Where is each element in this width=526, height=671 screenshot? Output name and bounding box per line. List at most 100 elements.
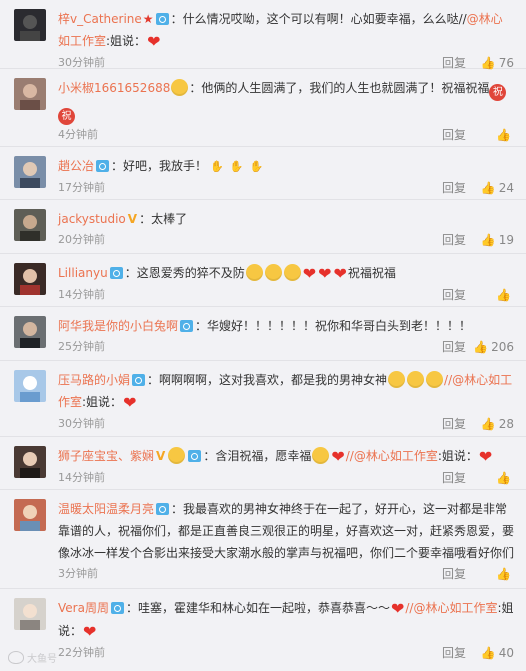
like-count: 206 xyxy=(491,340,514,354)
heart-icon: ❤ xyxy=(147,32,161,51)
heart-icon: ❤ xyxy=(390,599,405,618)
avatar[interactable] xyxy=(14,499,46,531)
like-count: 19 xyxy=(498,233,514,247)
comment-text: ：含泪祝福，愿幸福 xyxy=(203,449,312,463)
comment-list: 梓v_Catherine★ ：什么情况哎呦，这个可以有啊！心如要幸福，么么哒//@… xyxy=(0,0,526,661)
crying-emoji-icon xyxy=(388,371,406,388)
camera-badge-icon xyxy=(156,503,170,515)
heart-icon: ❤ xyxy=(83,622,97,641)
thumbs-up-icon: 👍 xyxy=(473,340,489,354)
thumbs-up-icon: 👍 xyxy=(480,646,496,660)
comment-item: 狮子座宝宝、紫娴 V ：含泪祝福，愿幸福 ❤//@林心如工作室:姐说：❤ 14分钟前 … xyxy=(0,437,526,490)
like-count: 40 xyxy=(498,646,514,660)
verified-v-icon: V xyxy=(127,212,138,226)
avatar[interactable] xyxy=(14,209,46,241)
timestamp: 22分钟前 xyxy=(58,646,105,659)
thumbs-up-icon: 👍 xyxy=(480,233,496,247)
comment-tail: :姐说： xyxy=(82,395,123,409)
avatar[interactable] xyxy=(14,263,46,295)
comment-item: Vera周周 ：哇塞，霍建华和林心如在一起啦，恭喜恭喜～～❤//@林心如工作室:姐… xyxy=(0,589,526,661)
username-link[interactable]: jackystudio xyxy=(58,212,126,226)
heart-icon: ❤ xyxy=(478,447,493,466)
like-button[interactable]: 👍 xyxy=(496,564,514,584)
thumbs-up-icon: 👍 xyxy=(480,417,496,431)
comment-tail: :姐说： xyxy=(437,449,478,463)
username-link[interactable]: 阿华我是你的小白兔啊 xyxy=(58,319,178,333)
zhu-emoji-icon: 祝 xyxy=(58,108,75,125)
reply-button[interactable]: 回复 xyxy=(442,125,466,145)
comment-text: ：哇塞，霍建华和林心如在一起啦，恭喜恭喜～～ xyxy=(125,601,390,615)
like-button[interactable]: 👍 24 xyxy=(481,178,514,198)
laughing-emoji-icon xyxy=(283,264,301,281)
reply-button[interactable]: 回复 xyxy=(442,337,466,357)
laughing-emoji-icon xyxy=(245,264,263,281)
reply-button[interactable]: 回复 xyxy=(442,564,466,584)
camera-badge-icon xyxy=(109,267,123,279)
zhu-emoji-icon: 祝 xyxy=(489,84,507,101)
shy-emoji-icon xyxy=(426,371,444,388)
comment-text: ：华嫂好！！！！！！祝你和华哥白头到老！！！！ xyxy=(195,319,472,333)
like-button[interactable]: 👍 19 xyxy=(481,230,514,250)
watermark-text: 大鱼号 xyxy=(27,654,57,665)
thumbs-up-icon: 👍 xyxy=(496,567,511,581)
thumbs-up-icon: 👍 xyxy=(480,181,496,195)
avatar[interactable] xyxy=(14,9,46,41)
mention-link[interactable]: //@林心如工作室 xyxy=(405,601,497,615)
like-count: 76 xyxy=(498,56,514,70)
username-link[interactable]: 温暖太阳温柔月亮 xyxy=(58,502,154,516)
mention-link[interactable]: //@林心如工作室 xyxy=(346,449,438,463)
username-link[interactable]: 趙公冶 xyxy=(58,159,94,173)
avatar[interactable] xyxy=(14,598,46,630)
reply-button[interactable]: 回复 xyxy=(442,468,466,488)
comment-item: 阿华我是你的小白兔啊 ：华嫂好！！！！！！祝你和华哥白头到老！！！！ 25分钟前 … xyxy=(0,307,526,361)
username-link[interactable]: 压马路的小娟 xyxy=(58,373,130,387)
thumbs-up-icon: 👍 xyxy=(496,288,511,302)
laughing-emoji-icon xyxy=(264,264,282,281)
avatar[interactable] xyxy=(14,446,46,478)
reply-button[interactable]: 回复 xyxy=(442,230,466,250)
avatar[interactable] xyxy=(14,156,46,188)
reply-button[interactable]: 回复 xyxy=(442,643,466,663)
camera-badge-icon xyxy=(180,320,194,332)
heart-icon: ❤ xyxy=(331,447,345,466)
heart-icon: ❤ xyxy=(333,264,347,283)
like-count: 24 xyxy=(498,181,514,195)
avatar[interactable] xyxy=(14,316,46,348)
like-count: 28 xyxy=(498,417,514,431)
username-link[interactable]: Lillianyu xyxy=(58,266,108,280)
username-link[interactable]: 狮子座宝宝、紫娴 xyxy=(58,449,154,463)
comment-text: ：好吧，我放手！ xyxy=(111,159,208,173)
reply-button[interactable]: 回复 xyxy=(442,414,466,434)
comment-item: 压马路的小娟 ：啊啊啊啊，这对我喜欢，都是我的男神女神//@林心如工作室:姐说：❤… xyxy=(0,361,526,437)
thumbs-up-icon: 👍 xyxy=(496,128,511,142)
crying-emoji-icon xyxy=(312,447,330,464)
like-button[interactable]: 👍 206 xyxy=(473,337,514,357)
username-link[interactable]: 小米椒1661652688 xyxy=(58,81,170,95)
comment-item: 小米椒1661652688 ：他俩的人生圆满了，我们的人生也就圆满了！祝福祝福祝祝… xyxy=(0,69,526,147)
avatar[interactable] xyxy=(14,78,46,110)
username-link[interactable]: Vera周周 xyxy=(58,601,109,615)
watermark: 大鱼号 xyxy=(8,650,57,665)
camera-badge-icon xyxy=(110,602,124,614)
like-button[interactable]: 👍 xyxy=(496,285,514,305)
username-link[interactable]: 梓v_Catherine xyxy=(58,12,142,26)
fish-logo-icon xyxy=(8,651,24,664)
timestamp: 20分钟前 xyxy=(58,233,105,246)
camera-badge-icon xyxy=(188,450,202,462)
smiley-emoji-icon xyxy=(168,447,186,464)
like-button[interactable]: 👍 xyxy=(496,468,514,488)
reply-button[interactable]: 回复 xyxy=(442,285,466,305)
reply-button[interactable]: 回复 xyxy=(442,178,466,198)
heart-icon: ❤ xyxy=(302,264,317,283)
camera-badge-icon xyxy=(132,374,146,386)
comment-text: ：太棒了 xyxy=(139,212,188,226)
avatar[interactable] xyxy=(14,370,46,402)
comment-item: 趙公冶 ：好吧，我放手！ ✋ ✋ ✋ 17分钟前 回复 👍 24 xyxy=(0,147,526,200)
like-button[interactable]: 👍 40 xyxy=(481,643,514,663)
comment-item: 梓v_Catherine★ ：什么情况哎呦，这个可以有啊！心如要幸福，么么哒//@… xyxy=(0,0,526,70)
camera-badge-icon xyxy=(155,13,169,25)
like-button[interactable]: 👍 xyxy=(496,125,514,145)
like-button[interactable]: 👍 28 xyxy=(481,414,514,434)
wave-emoji-icon: ✋ xyxy=(249,160,264,173)
comment-text: ：啊啊啊啊，这对我喜欢，都是我的男神女神 xyxy=(147,373,388,387)
